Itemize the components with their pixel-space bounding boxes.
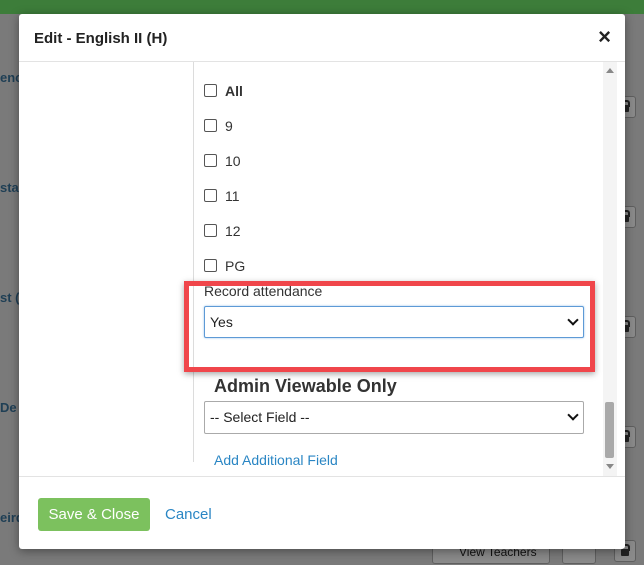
checkbox-label: All	[225, 83, 243, 99]
scroll-up-icon[interactable]	[606, 68, 614, 73]
grade-checkbox-pg[interactable]: PG	[204, 258, 245, 274]
modal-header: Edit - English II (H) ×	[19, 14, 625, 62]
background-topbar	[0, 0, 644, 14]
checkbox[interactable]	[204, 224, 217, 237]
checkbox[interactable]	[204, 259, 217, 272]
record-attendance-label: Record attendance	[204, 283, 323, 299]
checkbox-label: 10	[225, 153, 241, 169]
scrollbar-thumb[interactable]	[605, 402, 614, 458]
save-close-button[interactable]: Save & Close	[38, 498, 150, 531]
grade-checkbox-12[interactable]: 12	[204, 223, 241, 239]
checkbox-label: 11	[225, 188, 240, 204]
select-field-value: -- Select Field --	[210, 409, 310, 425]
admin-section-title: Admin Viewable Only	[214, 376, 397, 396]
vertical-scrollbar[interactable]	[603, 62, 617, 476]
modal-body: All 9 10 11 12 PG Record attendance Yes …	[19, 62, 625, 476]
add-additional-field-link[interactable]: Add Additional Field	[214, 452, 338, 468]
edit-course-modal: Edit - English II (H) × All 9 10 11 12 P…	[19, 14, 625, 549]
checkbox[interactable]	[204, 154, 217, 167]
close-icon[interactable]: ×	[598, 26, 611, 48]
record-attendance-value: Yes	[210, 314, 233, 330]
checkbox-label: 9	[225, 118, 233, 134]
checkbox[interactable]	[204, 189, 217, 202]
grade-checkbox-all[interactable]: All	[204, 83, 243, 99]
modal-footer: Save & Close Cancel	[19, 476, 625, 550]
cancel-button[interactable]: Cancel	[165, 506, 212, 523]
record-attendance-select[interactable]: Yes	[204, 306, 584, 338]
checkbox-label: PG	[225, 258, 246, 274]
chevron-down-icon	[567, 409, 579, 421]
checkbox[interactable]	[204, 84, 217, 97]
grade-checkbox-11[interactable]: 11	[204, 188, 240, 204]
checkbox-label: 12	[225, 223, 241, 239]
background-text-fragment: st (	[0, 290, 20, 305]
checkbox[interactable]	[204, 119, 217, 132]
chevron-down-icon	[567, 314, 579, 326]
select-field-dropdown[interactable]: -- Select Field --	[204, 401, 584, 434]
left-column	[19, 62, 194, 462]
grade-checkbox-10[interactable]: 10	[204, 153, 241, 169]
modal-title: Edit - English II (H)	[34, 30, 168, 47]
scroll-down-icon[interactable]	[606, 464, 614, 469]
grade-checkbox-9[interactable]: 9	[204, 118, 233, 134]
background-text-fragment: sta	[0, 180, 19, 195]
background-text-fragment: De	[0, 400, 17, 415]
